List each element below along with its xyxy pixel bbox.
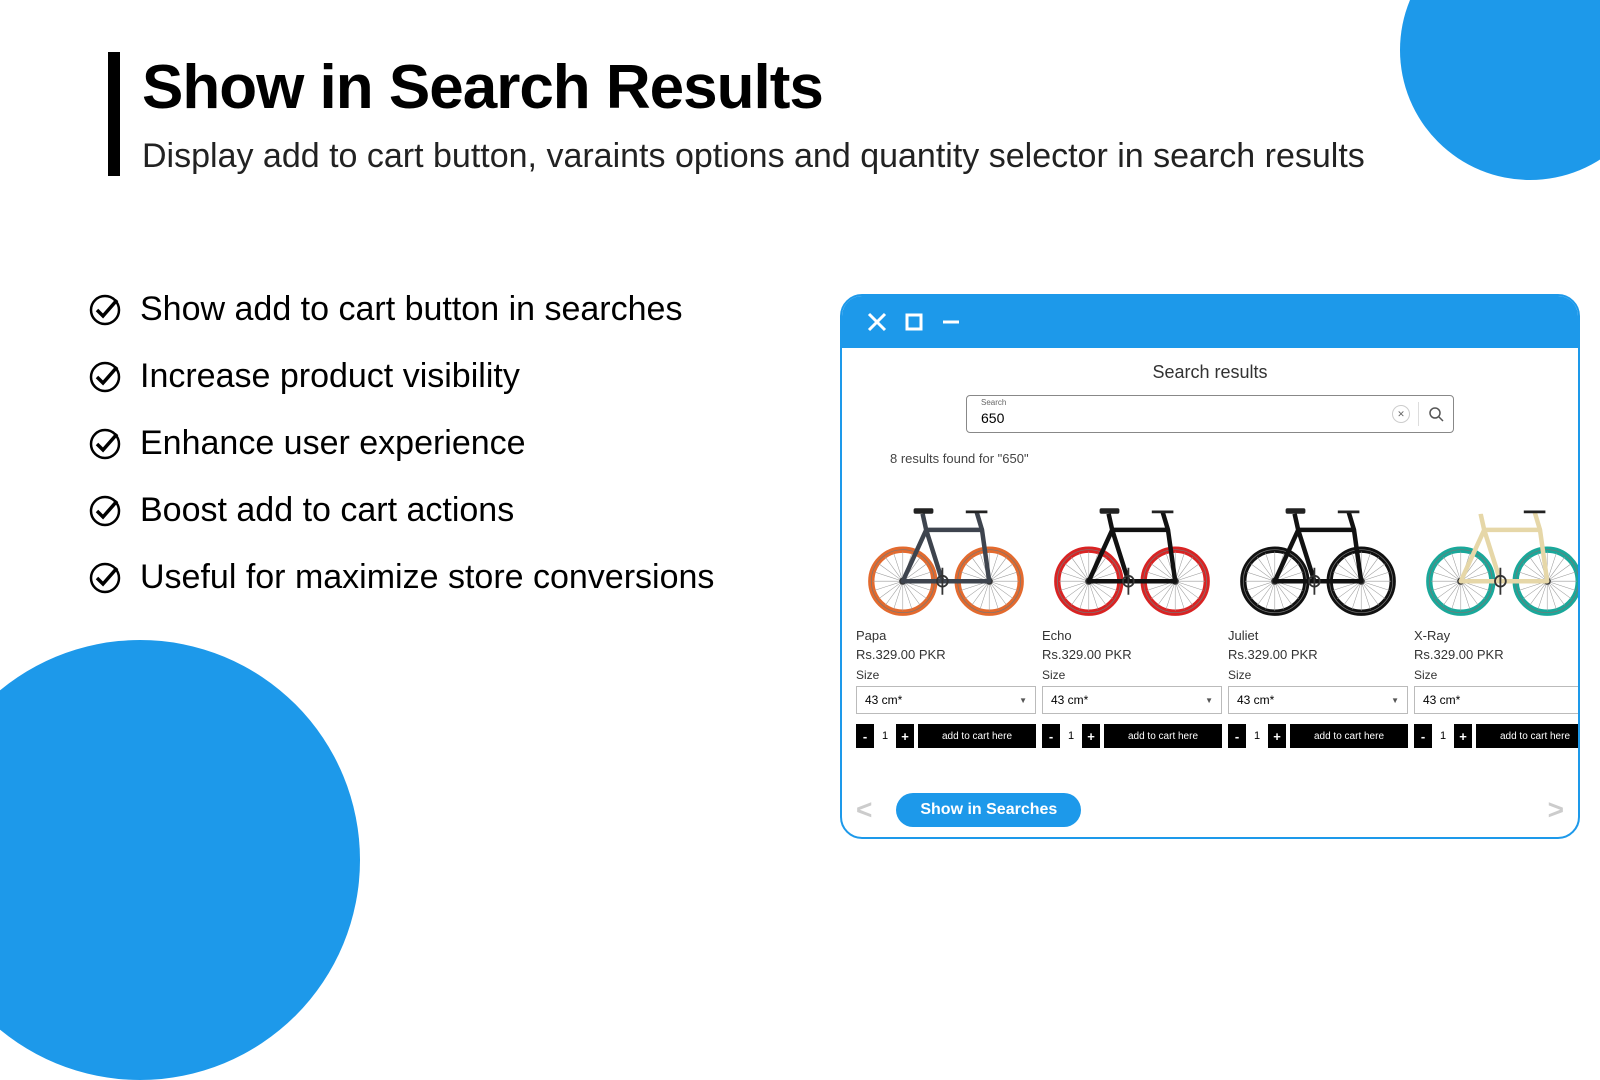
qty-value: 1: [1436, 724, 1450, 748]
product-name: Papa: [856, 628, 1036, 643]
feature-item: Increase product visibility: [88, 357, 714, 396]
product-image[interactable]: [1228, 472, 1408, 622]
divider: [1418, 402, 1419, 426]
qty-decrease-button[interactable]: -: [1228, 724, 1246, 748]
add-to-cart-button[interactable]: add to cart here: [918, 724, 1036, 748]
qty-decrease-button[interactable]: -: [856, 724, 874, 748]
feature-text: Increase product visibility: [140, 357, 520, 396]
product-name: Juliet: [1228, 628, 1408, 643]
size-select[interactable]: 43 cm* ▼: [1414, 686, 1578, 714]
size-select[interactable]: 43 cm* ▼: [1228, 686, 1408, 714]
size-label: Size: [1042, 668, 1222, 682]
product-card: Echo Rs.329.00 PKR Size 43 cm* ▼ - 1 + a…: [1042, 472, 1222, 748]
maximize-icon[interactable]: [904, 312, 924, 332]
qty-increase-button[interactable]: +: [1082, 724, 1100, 748]
search-results-heading: Search results: [842, 362, 1578, 383]
add-to-cart-button[interactable]: add to cart here: [1290, 724, 1408, 748]
qty-increase-button[interactable]: +: [1268, 724, 1286, 748]
chevron-down-icon: ▼: [1391, 696, 1399, 705]
search-icon[interactable]: [1427, 405, 1445, 423]
close-icon[interactable]: [866, 311, 888, 333]
size-select[interactable]: 43 cm* ▼: [856, 686, 1036, 714]
search-box: Search ✕: [966, 395, 1454, 433]
qty-increase-button[interactable]: +: [1454, 724, 1472, 748]
prev-arrow-icon[interactable]: <: [856, 794, 872, 826]
search-field-label: Search: [981, 398, 1006, 407]
decorative-circle-bottom: [0, 640, 360, 1080]
qty-value: 1: [1064, 724, 1078, 748]
product-price: Rs.329.00 PKR: [856, 647, 1036, 662]
product-card: Juliet Rs.329.00 PKR Size 43 cm* ▼ - 1 +…: [1228, 472, 1408, 748]
window-titlebar: [842, 296, 1578, 348]
search-input[interactable]: [981, 400, 1392, 428]
chevron-down-icon: ▼: [1205, 696, 1213, 705]
feature-item: Useful for maximize store conversions: [88, 558, 714, 597]
cart-row: - 1 + add to cart here: [1414, 724, 1578, 748]
results-count: 8 results found for "650": [890, 451, 1578, 466]
decorative-circle-top: [1400, 0, 1600, 180]
product-card: X-Ray Rs.329.00 PKR Size 43 cm* ▼ - 1 + …: [1414, 472, 1578, 748]
check-icon: [88, 494, 122, 528]
check-icon: [88, 293, 122, 327]
product-image[interactable]: [1042, 472, 1222, 622]
page-header: Show in Search Results Display add to ca…: [108, 52, 1365, 176]
check-icon: [88, 427, 122, 461]
feature-list: Show add to cart button in searches Incr…: [88, 290, 714, 625]
chevron-down-icon: ▼: [1577, 696, 1578, 705]
qty-increase-button[interactable]: +: [896, 724, 914, 748]
page-title: Show in Search Results: [142, 52, 1365, 123]
cart-row: - 1 + add to cart here: [1228, 724, 1408, 748]
size-select[interactable]: 43 cm* ▼: [1042, 686, 1222, 714]
size-label: Size: [1228, 668, 1408, 682]
size-value: 43 cm*: [1051, 693, 1088, 707]
window-bottom-bar: < Show in Searches >: [856, 793, 1564, 827]
feature-item: Show add to cart button in searches: [88, 290, 714, 329]
feature-text: Useful for maximize store conversions: [140, 558, 714, 597]
cart-row: - 1 + add to cart here: [856, 724, 1036, 748]
feature-text: Enhance user experience: [140, 424, 526, 463]
feature-item: Boost add to cart actions: [88, 491, 714, 530]
browser-window: Search results Search ✕ 8 results found …: [840, 294, 1580, 839]
show-in-searches-button[interactable]: Show in Searches: [896, 793, 1081, 827]
add-to-cart-button[interactable]: add to cart here: [1476, 724, 1578, 748]
add-to-cart-button[interactable]: add to cart here: [1104, 724, 1222, 748]
chevron-down-icon: ▼: [1019, 696, 1027, 705]
product-price: Rs.329.00 PKR: [1228, 647, 1408, 662]
product-price: Rs.329.00 PKR: [1414, 647, 1578, 662]
cart-row: - 1 + add to cart here: [1042, 724, 1222, 748]
product-price: Rs.329.00 PKR: [1042, 647, 1222, 662]
qty-decrease-button[interactable]: -: [1414, 724, 1432, 748]
size-label: Size: [1414, 668, 1578, 682]
product-card: Papa Rs.329.00 PKR Size 43 cm* ▼ - 1 + a…: [856, 472, 1036, 748]
product-grid: Papa Rs.329.00 PKR Size 43 cm* ▼ - 1 + a…: [842, 466, 1578, 748]
feature-text: Boost add to cart actions: [140, 491, 514, 530]
search-container: Search ✕: [842, 395, 1578, 433]
qty-decrease-button[interactable]: -: [1042, 724, 1060, 748]
size-value: 43 cm*: [865, 693, 902, 707]
minimize-icon[interactable]: [940, 311, 962, 333]
size-value: 43 cm*: [1237, 693, 1274, 707]
page-subtitle: Display add to cart button, varaints opt…: [142, 137, 1365, 176]
check-icon: [88, 360, 122, 394]
product-image[interactable]: [856, 472, 1036, 622]
product-image[interactable]: [1414, 472, 1578, 622]
check-icon: [88, 561, 122, 595]
qty-value: 1: [878, 724, 892, 748]
next-arrow-icon[interactable]: >: [1548, 794, 1564, 826]
size-value: 43 cm*: [1423, 693, 1460, 707]
clear-search-icon[interactable]: ✕: [1392, 405, 1410, 423]
feature-text: Show add to cart button in searches: [140, 290, 682, 329]
feature-item: Enhance user experience: [88, 424, 714, 463]
product-name: X-Ray: [1414, 628, 1578, 643]
size-label: Size: [856, 668, 1036, 682]
qty-value: 1: [1250, 724, 1264, 748]
product-name: Echo: [1042, 628, 1222, 643]
